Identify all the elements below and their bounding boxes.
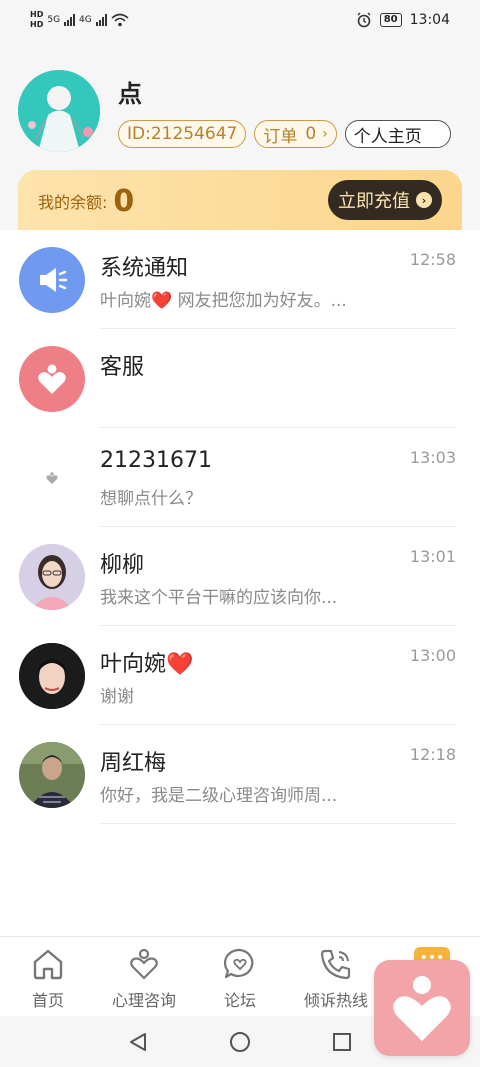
network-label-1: 5G (47, 15, 61, 25)
signal-icon-2 (95, 14, 107, 26)
recents-icon[interactable] (331, 1031, 353, 1053)
tab-counseling[interactable]: 心理咨询 (96, 937, 192, 1016)
small-heart-icon (19, 445, 85, 511)
list-item-liuliu[interactable]: 柳柳 我来这个平台干嘛的应该向你... 13:01 (0, 527, 480, 626)
heart-logo-icon (19, 346, 85, 412)
list-item-zhouhongmei[interactable]: 周红梅 你好，我是二级心理咨询师周... 12:18 (0, 725, 480, 824)
home-circle-icon[interactable] (229, 1031, 251, 1053)
avatar (19, 742, 85, 808)
floating-heart-button[interactable] (374, 960, 470, 1056)
orders-button[interactable]: 订单 0 › (254, 120, 337, 148)
message-name: 周红梅 (100, 751, 167, 776)
back-icon[interactable] (127, 1031, 149, 1053)
user-id-chip[interactable]: ID:21254647 (118, 120, 247, 148)
recharge-label: 立即充值 (338, 191, 410, 212)
user-id-label: ID:21254647 (127, 124, 238, 144)
battery-indicator: 80 (379, 13, 402, 27)
megaphone-icon (19, 247, 85, 313)
homepage-button[interactable]: 个人主页 (344, 120, 451, 148)
balance-value: 0 (113, 183, 135, 219)
home-icon (29, 945, 67, 983)
profile-name: 点 (118, 80, 142, 108)
heart-logo-icon (393, 976, 451, 1041)
tab-label: 首页 (31, 991, 64, 1010)
phone-icon (317, 945, 355, 983)
orders-count: 0 (305, 124, 317, 144)
hd-label-1: HD (30, 10, 44, 19)
message-preview: 想聊点什么？ (100, 489, 202, 509)
message-name: 客服 (100, 355, 145, 380)
signal-group: HD HD 5G 4G (30, 10, 129, 30)
divider (100, 823, 456, 824)
network-label-2: 4G (79, 15, 92, 25)
person-heart-icon (125, 945, 163, 983)
tab-label: 论坛 (223, 991, 256, 1010)
list-item-user-21231671[interactable]: 21231671 想聊点什么？ 13:03 (0, 428, 480, 527)
status-bar: HD HD 5G 4G 80 13:04 (0, 0, 480, 40)
profile-header: 点 ID:21254647 订单 0 › 个人主页 我的余额: 0 立即充值 › (0, 40, 480, 232)
profile-avatar[interactable] (18, 70, 100, 152)
list-item-system-notification[interactable]: 系统通知 叶向婉❤️ 网友把您加为好友。... 12:58 (0, 230, 480, 329)
chat-heart-icon (221, 945, 259, 983)
message-name: 21231671 (100, 448, 212, 473)
message-time: 12:18 (409, 745, 456, 764)
signal-icon (64, 14, 76, 26)
message-time: 13:03 (409, 448, 456, 467)
orders-label: 订单 (263, 126, 298, 147)
tab-forum[interactable]: 论坛 (192, 937, 288, 1016)
arrow-right-icon: › (416, 192, 432, 208)
tab-label: 心理咨询 (111, 991, 176, 1010)
message-list: 系统通知 叶向婉❤️ 网友把您加为好友。... 12:58 客服 2123167… (0, 230, 480, 936)
message-name: 柳柳 (100, 553, 145, 578)
tab-home[interactable]: 首页 (0, 937, 96, 1016)
tab-hotline[interactable]: 倾诉热线 (288, 937, 384, 1016)
hd-label-2: HD (30, 20, 44, 29)
wifi-icon (111, 13, 129, 27)
homepage-label: 个人主页 (353, 126, 422, 147)
message-time: 13:01 (409, 547, 456, 566)
message-preview: 我来这个平台干嘛的应该向你... (100, 588, 338, 608)
tab-label: 倾诉热线 (303, 991, 368, 1010)
list-item-customer-service[interactable]: 客服 (0, 329, 480, 428)
message-time: 12:58 (409, 250, 456, 269)
chevron-right-icon: › (322, 126, 328, 142)
message-preview: 叶向婉❤️ 网友把您加为好友。... (100, 291, 347, 311)
message-name: 叶向婉❤️ (100, 652, 194, 677)
message-name: 系统通知 (100, 256, 189, 281)
message-preview: 谢谢 (100, 687, 134, 707)
list-item-yexiangwan[interactable]: 叶向婉❤️ 谢谢 13:00 (0, 626, 480, 725)
recharge-button[interactable]: 立即充值 › (328, 180, 442, 220)
avatar (19, 544, 85, 610)
balance-label: 我的余额: (38, 193, 108, 212)
message-time: 13:00 (409, 646, 456, 665)
alarm-icon (357, 12, 371, 28)
avatar (19, 643, 85, 709)
message-preview: 你好，我是二级心理咨询师周... (100, 786, 338, 806)
balance-card: 我的余额: 0 立即充值 › (18, 170, 462, 232)
status-time: 13:04 (409, 12, 450, 28)
